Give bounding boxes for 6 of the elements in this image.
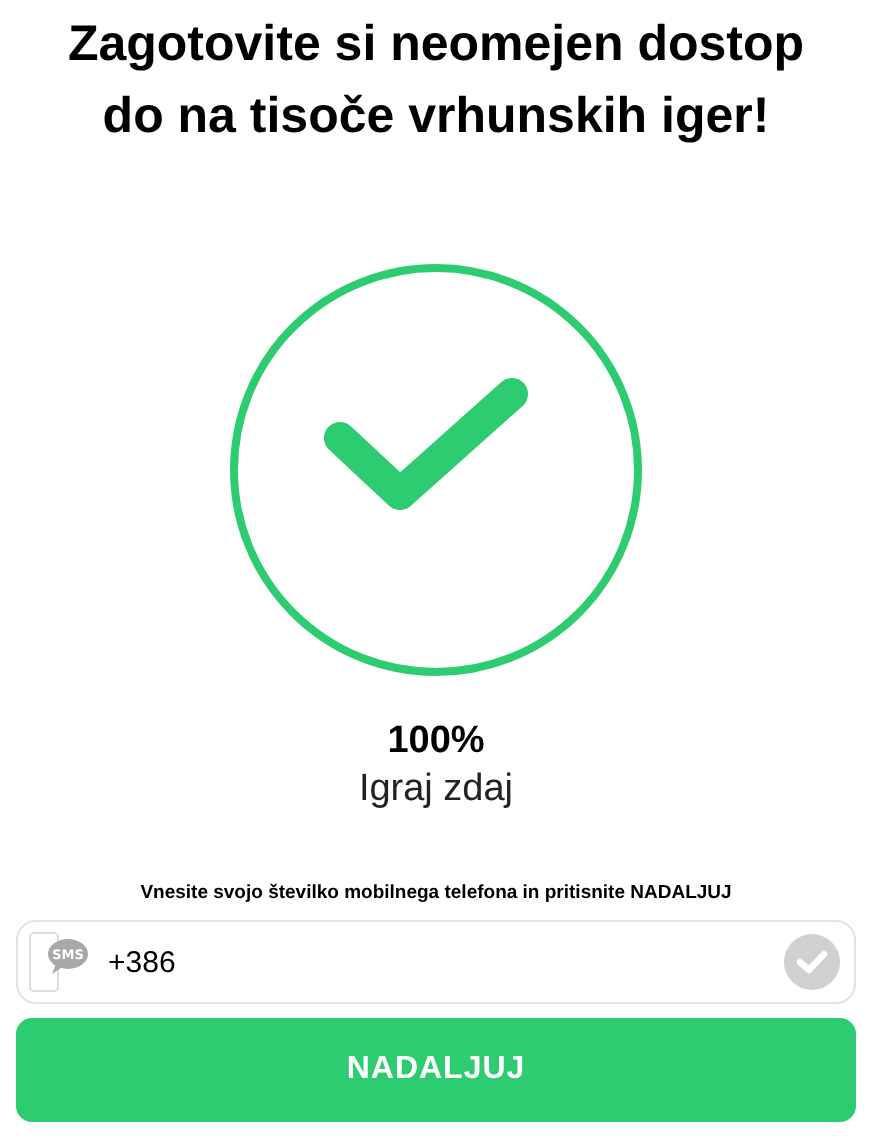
- instruction-text: Vnesite svojo številko mobilnega telefona in pritisnite NADALJUJ: [140, 880, 732, 908]
- headline: Zagotovite si neomejen dostop do na tisoče vrhunskih iger!: [65, 14, 807, 148]
- check-circle-icon: [228, 262, 644, 678]
- play-caption: Igraj zdaj: [358, 766, 514, 814]
- progress-percent: 100%: [387, 718, 485, 766]
- check-icon: [782, 932, 842, 992]
